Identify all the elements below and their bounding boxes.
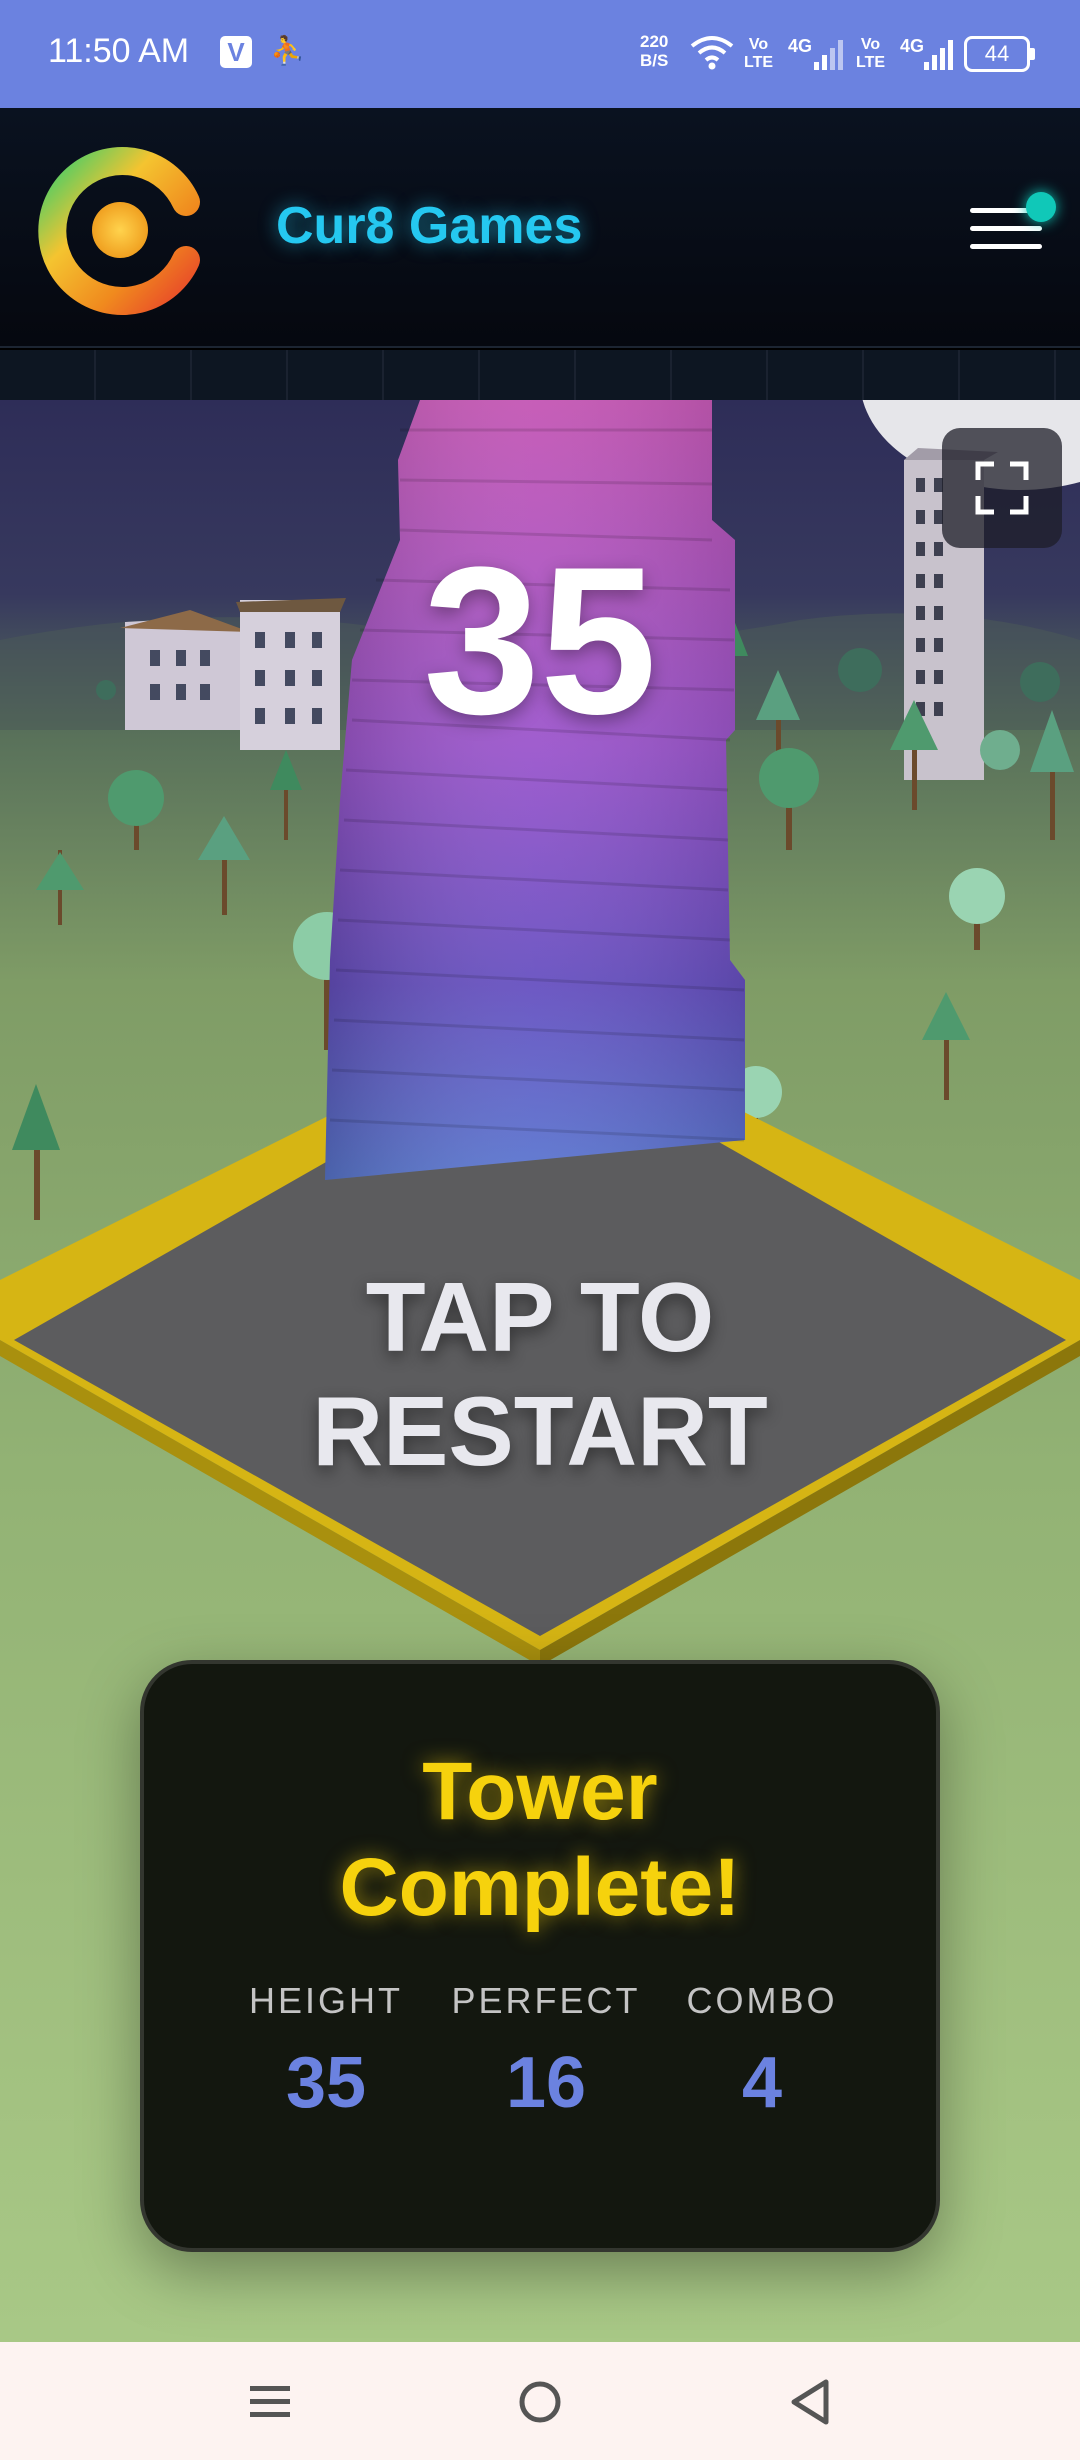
header-strip (0, 350, 1080, 400)
stat-label: PERFECT (451, 1980, 641, 2021)
back-icon[interactable] (770, 2370, 850, 2434)
restart-line-2: RESTART (312, 1376, 768, 1486)
sim2-volte: Vo LTE (856, 36, 886, 71)
cur8-logo-icon[interactable] (36, 142, 206, 318)
site-header: Cur8 Games (0, 108, 1080, 348)
result-card: Tower Complete! HEIGHT 35 PERFECT 16 COM… (140, 1660, 940, 2252)
menu-line (970, 244, 1042, 249)
brand-title[interactable]: Cur8 Games (276, 196, 582, 256)
game-canvas[interactable]: 35 TAP TO RESTART Tower Complete! HEIGHT… (0, 400, 1080, 2342)
stat-label: COMBO (686, 1980, 838, 2021)
home-icon[interactable] (500, 2370, 580, 2434)
stat-combo: COMBO 4 (662, 1980, 862, 2124)
wifi-icon (690, 36, 734, 70)
sim1-signal-icon (814, 40, 843, 70)
sim1-network-type: 4G (788, 36, 813, 56)
net-speed-unit: B/S (640, 51, 669, 70)
activity-icon: ⛹ (270, 35, 305, 66)
net-speed-value: 220 (640, 32, 669, 51)
app-screen: 11:50 AM V ⛹ 220 B/S Vo LTE 4G Vo LTE 4G (0, 0, 1080, 2460)
sim1-volte: Vo LTE (744, 36, 774, 71)
stat-perfect: PERFECT 16 (446, 1980, 646, 2124)
sim2-network-type: 4G (900, 36, 925, 56)
stat-value: 16 (505, 2043, 587, 2123)
score-counter: 35 (423, 523, 657, 758)
result-title-line-1: Tower (422, 1746, 658, 1837)
status-time: 11:50 AM (48, 32, 190, 70)
status-bar: 11:50 AM V ⛹ 220 B/S Vo LTE 4G Vo LTE 4G (0, 0, 1080, 108)
hamburger-menu-icon[interactable] (970, 192, 1056, 268)
sim2-signal-icon (924, 40, 953, 70)
system-nav-bar (0, 2342, 1080, 2460)
stat-value: 4 (741, 2043, 783, 2123)
result-title: Tower Complete! (144, 1744, 936, 1936)
stacked-tower (325, 400, 745, 1180)
restart-line-1: TAP TO (365, 1262, 715, 1372)
stat-value: 35 (285, 2043, 367, 2123)
notification-dot (1026, 192, 1056, 222)
recents-icon[interactable] (230, 2370, 310, 2434)
stat-label: HEIGHT (248, 1980, 403, 2021)
v-app-icon: V (220, 36, 252, 68)
result-title-line-2: Complete! (339, 1842, 741, 1933)
battery-icon: 44 (964, 36, 1035, 72)
stat-height: HEIGHT 35 (226, 1980, 426, 2124)
tap-to-restart[interactable]: TAP TO RESTART (240, 1260, 840, 1488)
menu-line (970, 226, 1042, 231)
net-speed: 220 B/S (640, 32, 668, 70)
